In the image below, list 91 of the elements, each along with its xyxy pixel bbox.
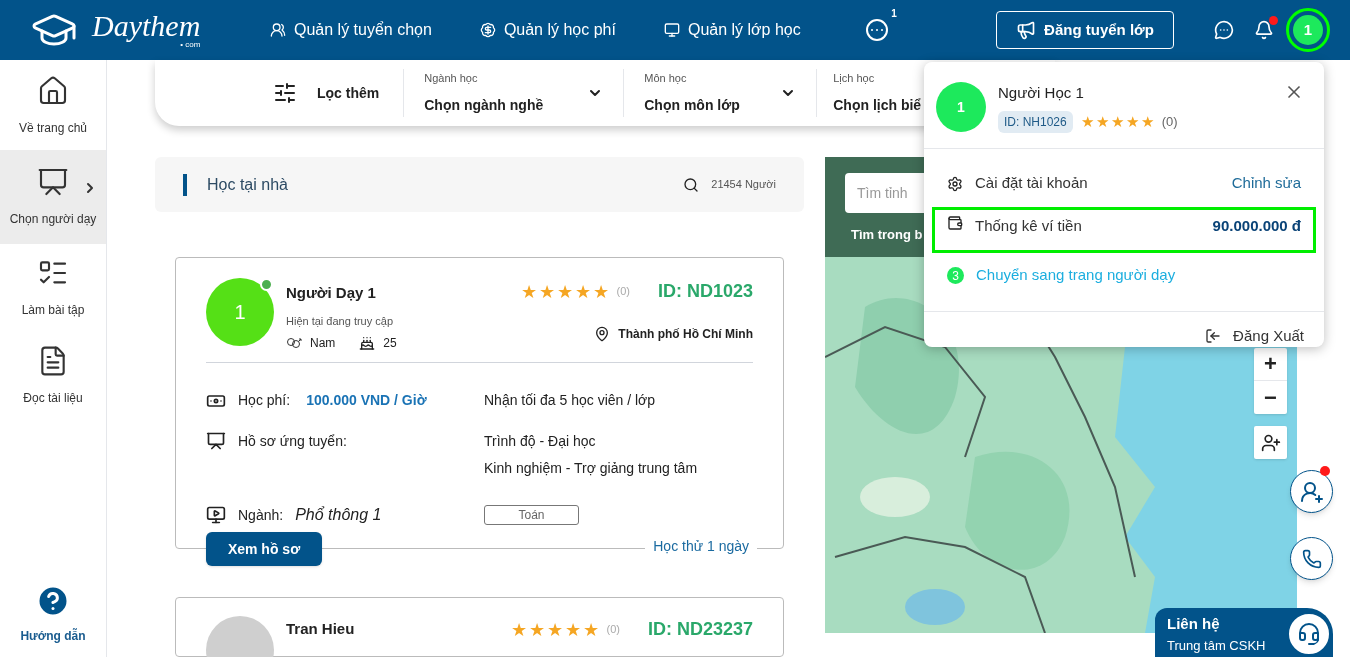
- tutor-id: ID: ND23237: [647, 618, 753, 641]
- phone-button[interactable]: [1290, 537, 1333, 580]
- edit-link[interactable]: Chỉnh sửa: [1231, 172, 1301, 195]
- user-id: ID: NH1026: [998, 110, 1073, 133]
- headset-icon: [1287, 612, 1331, 656]
- star-icon: ★: [538, 282, 555, 301]
- chat-icon[interactable]: [1214, 20, 1234, 40]
- sidebar-item[interactable]: Làm bài tập: [0, 244, 106, 332]
- location-text: Thành phố Hồ Chí Minh: [618, 326, 753, 343]
- sidebar-item[interactable]: Về trang chủ: [0, 62, 106, 150]
- help-link[interactable]: Hướng dẫn: [0, 583, 106, 645]
- capacity-text: Nhận tối đa 5 học viên / lớp: [484, 391, 657, 410]
- presentation-icon: [37, 166, 69, 198]
- settings-menu-item[interactable]: Cài đặt tài khoản Chỉnh sửa: [932, 160, 1316, 207]
- house-icon: [37, 75, 69, 107]
- avatar: 1: [936, 82, 986, 132]
- users-icon: [270, 22, 286, 38]
- major-label: Ngành:: [238, 505, 284, 525]
- star-icon: ★: [556, 282, 573, 301]
- step-badge: 3: [947, 267, 964, 284]
- add-user-icon: [1260, 432, 1281, 453]
- filter-select[interactable]: Ngành học Chọn ngành nghề: [404, 69, 625, 117]
- post-class-button[interactable]: Đăng tuyển lớp: [996, 11, 1174, 49]
- wallet-menu-item[interactable]: Thống kê ví tiền 90.000.000 đ: [932, 206, 1316, 253]
- nav-link[interactable]: Quản lý lớp học: [663, 18, 801, 42]
- phone-icon: [1301, 548, 1322, 569]
- nav-link[interactable]: Quản lý học phí: [479, 18, 616, 42]
- result-count: 21454 Người: [711, 177, 776, 193]
- filter-label[interactable]: Lọc thêm: [317, 82, 380, 104]
- add-user-icon: [1299, 479, 1324, 504]
- star-icon: ★: [564, 620, 581, 639]
- star-icon: ★: [546, 620, 563, 639]
- star-icon: ★: [1080, 114, 1094, 129]
- logout-button[interactable]: Đăng Xuất: [1205, 324, 1304, 347]
- notification-icon[interactable]: [1254, 20, 1274, 40]
- subject-tag: Toán: [484, 505, 579, 525]
- star-icon: ★: [574, 282, 591, 301]
- tutor-name: Tran Hieu: [286, 619, 355, 639]
- star-icon: ★: [528, 620, 545, 639]
- logo-text: Daythem: [92, 11, 201, 41]
- search-icon[interactable]: [683, 176, 700, 193]
- wallet-balance: 90.000.000 đ: [1212, 215, 1301, 236]
- zoom-in-button[interactable]: +: [1254, 348, 1287, 381]
- review-count: (0): [616, 284, 630, 300]
- age-text: 25: [383, 335, 397, 352]
- star-icon: ★: [520, 282, 537, 301]
- megaphone-icon: [1016, 20, 1037, 40]
- monitor-icon: [206, 505, 226, 525]
- sidebar-item[interactable]: Đọc tài liệu: [0, 332, 106, 420]
- list-title: Học tại nhà: [207, 174, 288, 195]
- fee-label: Học phí:: [238, 391, 291, 410]
- sidebar-item[interactable]: Chọn người dạy: [0, 150, 106, 244]
- star-icon: ★: [1125, 114, 1139, 129]
- profile-label: Hồ sơ ứng tuyển:: [238, 432, 347, 451]
- view-profile-button[interactable]: Xem hồ sơ: [206, 532, 322, 566]
- presentation-icon: [206, 431, 226, 451]
- star-icon: ★: [582, 620, 599, 639]
- major-value: Phổ thông 1: [295, 505, 382, 525]
- filter-select[interactable]: Môn học Chọn môn lớp: [624, 69, 818, 117]
- gender-text: Nam: [310, 335, 336, 352]
- monitor-icon: [663, 22, 680, 38]
- star-icon: ★: [1110, 114, 1124, 129]
- logout-icon: [1205, 327, 1222, 344]
- star-icon: ★: [510, 620, 527, 639]
- search-area-button[interactable]: Tìm trong b: [851, 225, 923, 245]
- settings-icon: [947, 175, 963, 192]
- star-icon: ★: [592, 282, 609, 301]
- fee-value: 100.000 VND / Giờ: [306, 391, 427, 410]
- qualification-text: Kinh nghiệm - Trợ giảng trung tâm: [484, 459, 699, 478]
- more-icon[interactable]: [864, 18, 889, 42]
- cake-icon: [359, 335, 376, 351]
- star-icon: ★: [1095, 114, 1109, 129]
- review-count: (0): [606, 622, 620, 638]
- contact-widget[interactable]: Liên hệ Trung tâm CSKH: [1155, 608, 1333, 657]
- nav-link[interactable]: Quản lý tuyển chọn: [270, 18, 432, 42]
- logo-suffix: • com: [180, 41, 201, 49]
- zoom-out-button[interactable]: −: [1254, 381, 1287, 414]
- gender-icon: [286, 335, 302, 351]
- status-text: Hiện tại đang truy cập: [286, 313, 394, 329]
- avatar: 1: [206, 278, 274, 346]
- dollar-icon: [479, 22, 496, 38]
- location-icon: [594, 326, 611, 342]
- filter-icon: [273, 81, 297, 105]
- add-user-button[interactable]: [1254, 426, 1287, 459]
- star-icon: ★: [1140, 114, 1154, 129]
- review-count: (0): [1161, 112, 1178, 131]
- qualification-text: Trình độ - Đại học: [484, 432, 597, 451]
- count-label: 1: [891, 7, 897, 21]
- wallet-icon: [947, 214, 963, 231]
- tutor-name: Người Dạy 1: [286, 283, 377, 303]
- tutor-id: ID: ND1023: [657, 280, 753, 303]
